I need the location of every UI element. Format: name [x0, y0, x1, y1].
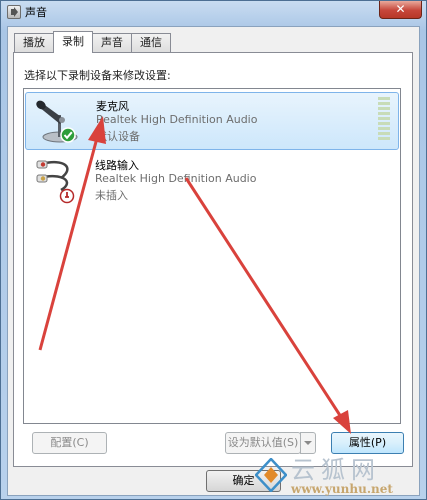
tab-sounds[interactable]: 声音 [92, 33, 132, 53]
default-check-icon [60, 127, 76, 143]
device-name: 麦克风 [96, 100, 129, 113]
window-title: 声音 [25, 6, 47, 19]
instruction-text: 选择以下录制设备来修改设置: [24, 69, 171, 82]
tab-recording[interactable]: 录制 [53, 31, 93, 53]
title-bar[interactable]: 声音 ✕ [1, 1, 426, 23]
tab-strip: 播放 录制 声音 通信 [14, 31, 171, 53]
set-default-button[interactable]: 设为默认值(S) [225, 432, 301, 454]
device-status: 未插入 [95, 189, 128, 202]
device-item-microphone[interactable]: 麦克风 Realtek High Definition Audio 默认设备 [25, 92, 399, 150]
unplugged-icon [59, 188, 75, 204]
watermark-url: www.yunhu.net [291, 482, 393, 496]
site-logo-icon [255, 458, 287, 492]
microphone-icon [36, 100, 78, 143]
chevron-down-icon [304, 441, 312, 445]
configure-button[interactable]: 配置(C) [32, 432, 107, 454]
watermark-title: 云狐网 [291, 456, 381, 484]
site-watermark: 云狐网 www.yunhu.net [255, 452, 427, 500]
device-item-line-in[interactable]: 线路输入 Realtek High Definition Audio 未插入 [25, 152, 399, 210]
device-driver: Realtek High Definition Audio [96, 113, 258, 126]
close-button[interactable]: ✕ [379, 1, 422, 19]
speaker-app-icon [7, 5, 21, 19]
dialog-client-area: 播放 录制 声音 通信 选择以下录制设备来修改设置: 麦克风 Realtek H… [7, 26, 420, 496]
device-name: 线路输入 [95, 159, 139, 172]
tab-playback[interactable]: 播放 [14, 33, 54, 53]
tab-communications[interactable]: 通信 [131, 33, 171, 53]
device-driver: Realtek High Definition Audio [95, 172, 257, 185]
sound-dialog-window: 声音 ✕ 播放 录制 声音 通信 选择以下录制设备来修改设置: 麦克风 Real… [0, 0, 427, 500]
recording-device-list[interactable]: 麦克风 Realtek High Definition Audio 默认设备 线… [23, 88, 401, 424]
input-level-meter [378, 97, 390, 143]
line-in-cable-icon [36, 160, 75, 204]
device-status: 默认设备 [96, 130, 140, 143]
